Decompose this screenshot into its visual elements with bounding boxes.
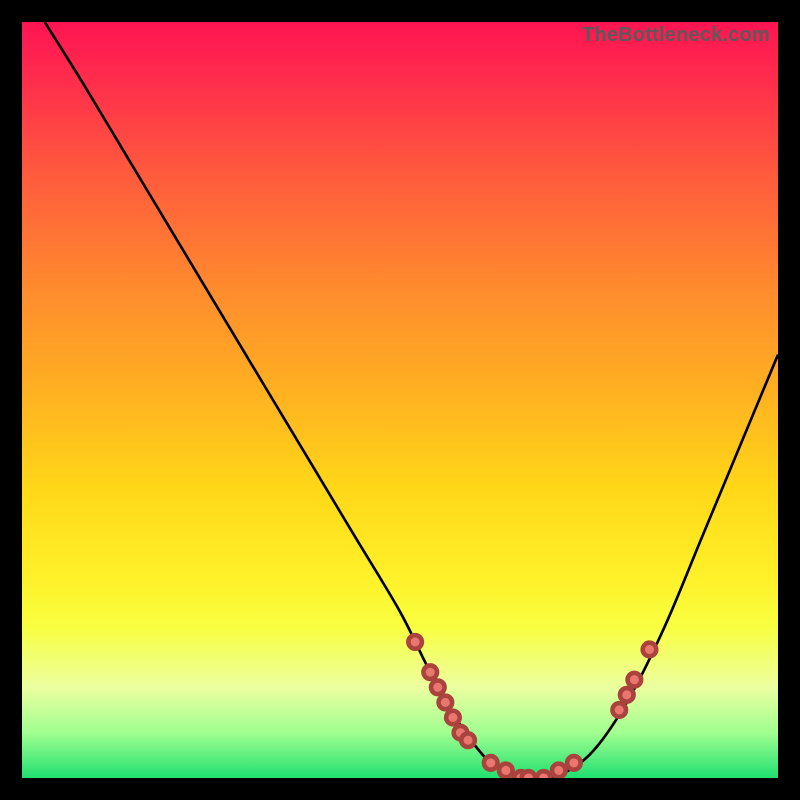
data-marker — [499, 764, 513, 778]
data-marker — [446, 711, 460, 725]
data-marker — [484, 756, 498, 770]
data-marker — [439, 696, 453, 710]
data-marker — [431, 680, 445, 694]
data-marker — [461, 733, 475, 747]
data-marker — [537, 771, 551, 778]
data-marker — [522, 771, 536, 778]
data-marker — [408, 635, 422, 649]
curve-svg — [22, 22, 778, 778]
chart-frame: TheBottleneck.com — [0, 0, 800, 800]
data-marker — [567, 756, 581, 770]
data-marker — [612, 703, 626, 717]
bottleneck-curve — [45, 22, 778, 778]
data-marker — [423, 665, 437, 679]
data-marker — [620, 688, 634, 702]
data-marker — [628, 673, 642, 687]
data-markers — [408, 635, 656, 778]
data-marker — [643, 643, 657, 657]
plot-area: TheBottleneck.com — [22, 22, 778, 778]
data-marker — [552, 764, 566, 778]
